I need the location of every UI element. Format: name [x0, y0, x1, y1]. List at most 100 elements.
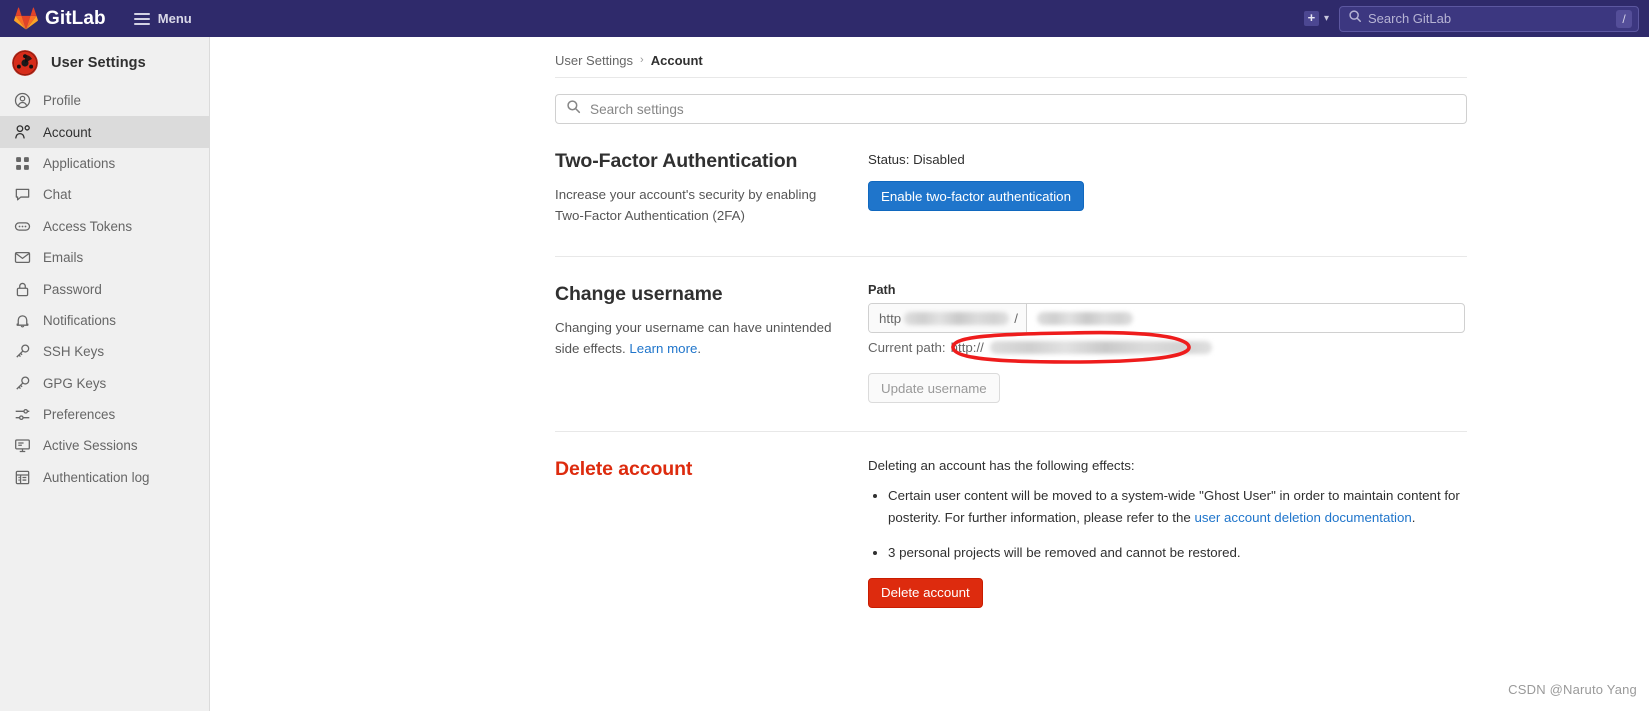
top-navbar: GitLab Menu + ▾ / [0, 0, 1649, 37]
sidebar-item-access-tokens[interactable]: Access Tokens [0, 211, 209, 242]
path-prefix-text: http [879, 310, 902, 326]
grid-apps-icon [14, 155, 31, 172]
sidebar-item-password[interactable]: Password [0, 273, 209, 304]
change-username-section: Change username Changing your username c… [555, 257, 1467, 404]
two-factor-status: Status: Disabled [868, 152, 965, 167]
sidebar-item-label: SSH Keys [43, 344, 105, 360]
search-shortcut-badge: / [1616, 9, 1632, 28]
delete-account-button-wrapper: Delete account [868, 577, 1467, 608]
gitlab-tanuki-logo-icon [14, 7, 38, 30]
sidebar-item-preferences[interactable]: Preferences [0, 399, 209, 430]
path-prefix-redacted [904, 311, 1010, 325]
search-icon [1348, 9, 1362, 28]
topbar-actions: + ▾ / [1300, 0, 1639, 37]
sidebar-item-label: GPG Keys [43, 375, 107, 391]
breadcrumb-account[interactable]: Account [651, 53, 703, 68]
delete-account-button[interactable]: Delete account [868, 577, 983, 608]
account-key-icon [14, 124, 31, 141]
path-input-group[interactable]: http / [868, 303, 1465, 334]
username-input[interactable] [1027, 304, 1464, 332]
change-username-title: Change username [555, 283, 723, 306]
create-new-dropdown[interactable]: + ▾ [1300, 8, 1333, 29]
effect-text-after: . [1411, 509, 1416, 525]
sidebar-item-label: Profile [43, 93, 81, 109]
path-label: Path [868, 283, 896, 298]
gitlab-wordmark: GitLab [45, 7, 106, 29]
global-search-box[interactable]: / [1339, 5, 1639, 32]
effect-text-before: 3 personal projects will be removed and … [888, 545, 1241, 561]
sidebar-item-ssh-keys[interactable]: SSH Keys [0, 336, 209, 367]
change-username-description: Changing your username can have unintend… [555, 318, 846, 359]
breadcrumb: User Settings › Account [555, 37, 1467, 77]
delete-account-section: Delete account Deleting an account has t… [555, 432, 1467, 608]
avatar [12, 50, 38, 76]
search-input[interactable] [1368, 11, 1616, 26]
plus-icon: + [1303, 11, 1319, 26]
sidebar-title: User Settings [51, 55, 146, 71]
learn-more-link[interactable]: Learn more [629, 341, 697, 356]
sidebar-item-label: Notifications [43, 312, 116, 328]
two-factor-authentication-section: Two-Factor Authentication Increase your … [555, 124, 1467, 226]
current-path-label: Current path: [868, 340, 946, 356]
sidebar-item-label: Password [43, 281, 102, 297]
sidebar-item-label: Authentication log [43, 469, 150, 485]
update-username-button[interactable]: Update username [868, 373, 1000, 404]
list-item: Certain user content will be moved to a … [888, 485, 1467, 528]
change-username-description-column: Change username Changing your username c… [555, 283, 868, 403]
current-path-row: Current path: http:// [868, 330, 1408, 365]
sidebar-item-label: Access Tokens [43, 218, 133, 234]
current-path-prefix: http:// [950, 340, 984, 356]
two-factor-description: Increase your account's security by enab… [555, 187, 817, 223]
settings-search-box[interactable] [555, 94, 1467, 124]
path-prefix-separator: / [1014, 310, 1018, 326]
two-factor-title: Two-Factor Authentication [555, 150, 798, 172]
hamburger-icon [133, 12, 150, 25]
menu-button-label: Menu [157, 11, 192, 26]
sidebar-item-profile[interactable]: Profile [0, 85, 209, 116]
lock-icon [14, 281, 31, 298]
enable-two-factor-authentication-button[interactable]: Enable two-factor authentication [868, 181, 1084, 211]
breadcrumb-divider [555, 77, 1467, 78]
sidebar-item-label: Account [43, 124, 92, 140]
sidebar-item-label: Applications [43, 155, 116, 171]
two-factor-description-column: Two-Factor Authentication Increase your … [555, 150, 868, 226]
sidebar-item-applications[interactable]: Applications [0, 148, 209, 179]
watermark: CSDN @Naruto Yang [1508, 682, 1637, 697]
search-settings-input[interactable] [588, 100, 1456, 118]
sidebar-item-authentication-log[interactable]: Authentication log [0, 462, 209, 493]
breadcrumb-separator-icon: › [640, 54, 644, 66]
sidebar-header[interactable]: User Settings [0, 41, 209, 85]
sidebar-item-account[interactable]: Account [0, 116, 209, 148]
sidebar-item-label: Preferences [43, 407, 116, 423]
username-value-redacted [1036, 311, 1133, 325]
sidebar-item-notifications[interactable]: Notifications [0, 305, 209, 336]
delete-account-title-column: Delete account [555, 458, 868, 608]
current-path-redacted [989, 341, 1212, 355]
delete-account-effects-list: Certain user content will be moved to a … [868, 485, 1467, 564]
delete-account-intro: Deleting an account has the following ef… [868, 458, 1135, 474]
sidebar-item-chat[interactable]: Chat [0, 179, 209, 210]
update-username-button-wrapper: Update username [868, 373, 1467, 404]
two-factor-action-column: Status: Disabled Enable two-factor authe… [868, 150, 1467, 226]
chevron-down-icon: ▾ [1323, 13, 1329, 24]
sidebar-item-label: Chat [43, 187, 72, 203]
change-username-form-column: Path http / Current path: http:// Update… [868, 283, 1467, 404]
search-icon [566, 99, 581, 119]
sidebar-item-emails[interactable]: Emails [0, 242, 209, 273]
user-account-deletion-documentation-link[interactable]: user account deletion documentation [1194, 510, 1411, 525]
account-settings-page: User Settings › Account Two-Factor Authe… [555, 37, 1467, 608]
main-content: User Settings › Account Two-Factor Authe… [210, 37, 1649, 711]
chat-bubble-icon [14, 186, 31, 203]
change-username-description-period: . [697, 340, 702, 356]
sidebar-item-gpg-keys[interactable]: GPG Keys [0, 368, 209, 399]
user-circle-icon [14, 92, 31, 109]
main-menu-button[interactable]: Menu [128, 6, 198, 31]
gitlab-brand[interactable]: GitLab [14, 7, 106, 30]
bell-icon [14, 312, 31, 329]
sliders-icon [14, 406, 31, 423]
sidebar-item-active-sessions[interactable]: Active Sessions [0, 430, 209, 461]
delete-account-title: Delete account [555, 458, 693, 481]
sidebar-item-label: Emails [43, 250, 84, 266]
key-icon [14, 343, 31, 360]
breadcrumb-user-settings[interactable]: User Settings [555, 53, 633, 68]
